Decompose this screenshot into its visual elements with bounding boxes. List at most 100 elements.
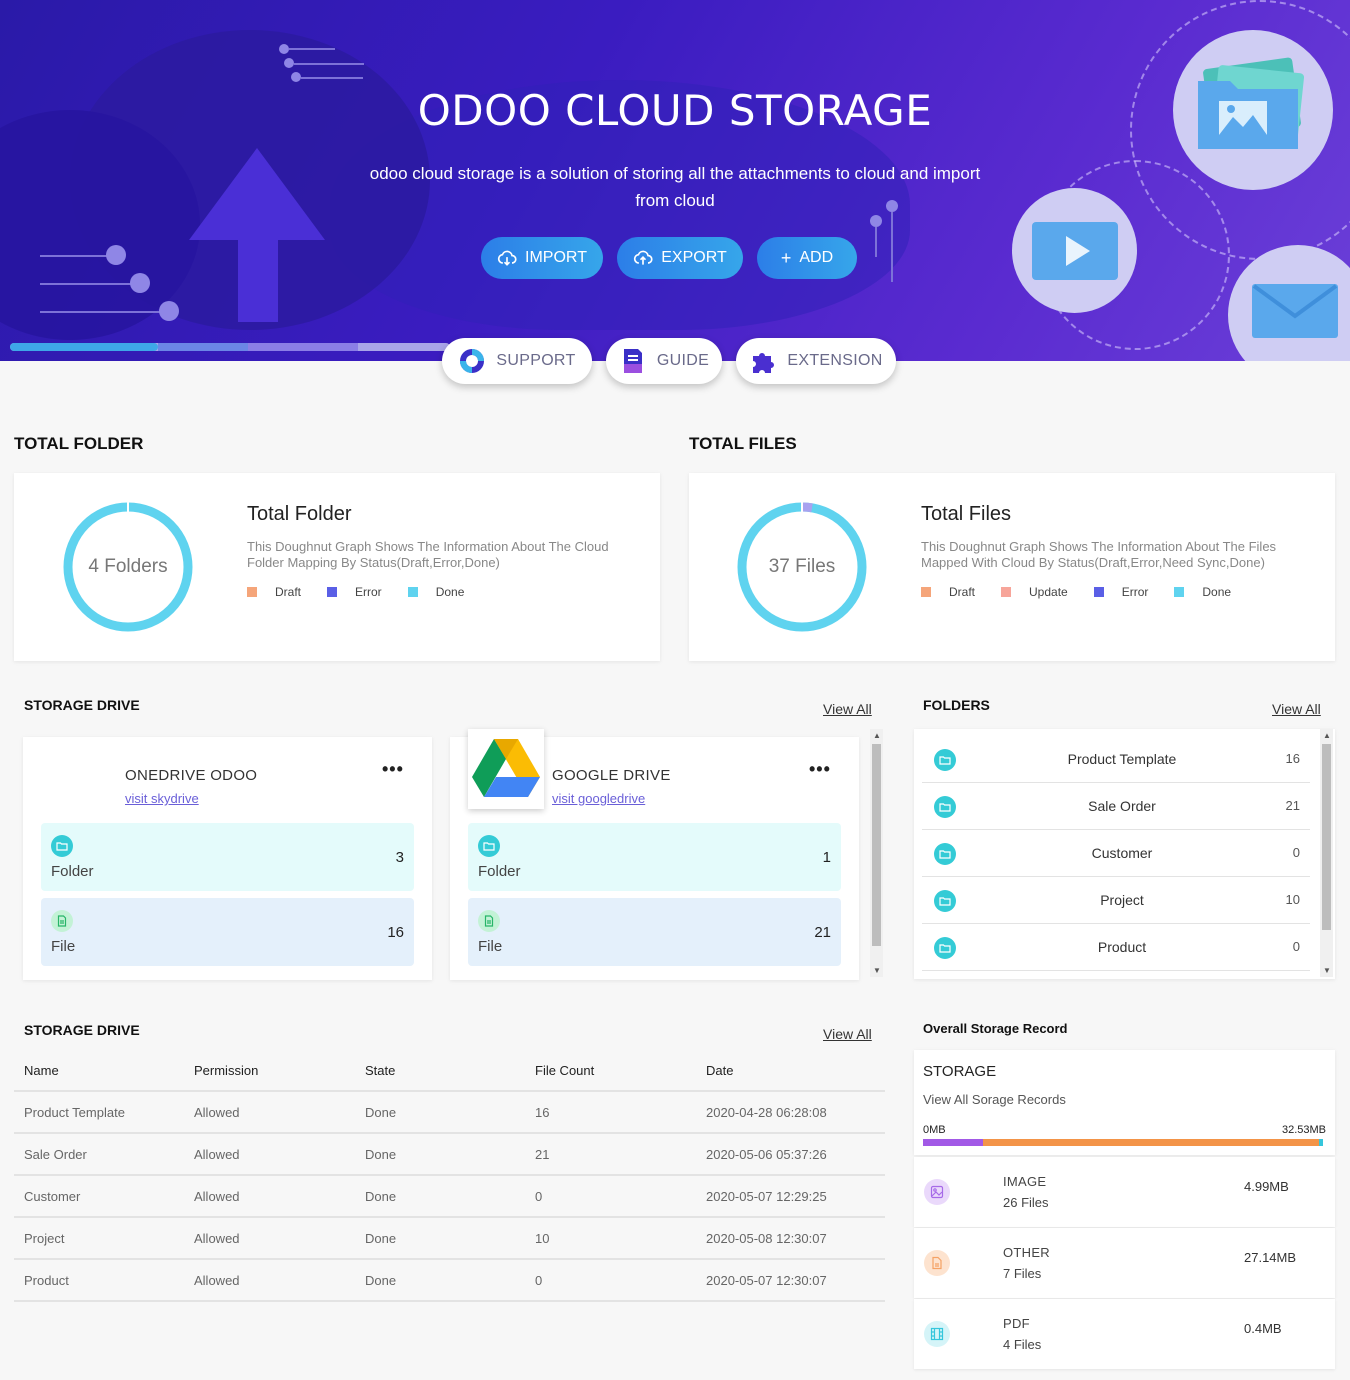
folder-icon [934, 796, 956, 818]
folder-icon [934, 843, 956, 865]
hero-banner: ODOO CLOUD STORAGE odoo cloud storage is… [0, 0, 1350, 361]
table-row[interactable]: Customer Allowed Done 0 2020-05-07 12:29:25 [14, 1176, 885, 1218]
legend-item[interactable]: Error [327, 585, 382, 599]
folders-section-title: FOLDERS [923, 697, 990, 713]
storage-max-label: 32.53MB [1281, 1124, 1326, 1136]
file-icon [51, 910, 73, 932]
folder-row[interactable]: Customer 0 [922, 830, 1310, 877]
total-folder-description: This Doughnut Graph Shows The Informatio… [247, 539, 609, 570]
total-files-heading: Total Files [921, 503, 1012, 525]
file-stat[interactable]: File 21 [468, 898, 841, 966]
drive-menu-button[interactable]: ••• [382, 759, 404, 780]
scroll-up-icon[interactable]: ▲ [1323, 731, 1331, 740]
files-count-center: 37 Files [768, 556, 836, 577]
export-button[interactable]: EXPORT [617, 237, 743, 279]
total-folder-heading: Total Folder [247, 503, 352, 525]
legend-item[interactable]: Update [1001, 585, 1068, 599]
folder-icon [51, 835, 73, 857]
storage-table-view-all-link[interactable]: View All [823, 1026, 872, 1042]
storage-min-label: 0MB [923, 1124, 946, 1136]
folder-stat[interactable]: Folder 3 [41, 823, 414, 891]
folder-icon [934, 749, 956, 771]
storage-drive-section-title: STORAGE DRIVE [24, 697, 140, 713]
folder-count-center: 4 Folders [88, 556, 168, 577]
table-row[interactable]: Product Allowed Done 0 2020-05-07 12:30:07 [14, 1260, 885, 1302]
document-icon [924, 1250, 950, 1276]
total-files-card: 37 Files Total Files This Doughnut Graph… [689, 473, 1335, 661]
legend-item[interactable]: Done [1174, 585, 1231, 599]
legend-item[interactable]: Done [407, 585, 464, 599]
storage-table-section-title: STORAGE DRIVE [24, 1022, 140, 1038]
drive-name: GOOGLE DRIVE [552, 767, 671, 784]
scroll-down-icon[interactable]: ▼ [873, 966, 881, 975]
google-drive-card: GOOGLE DRIVE visit googledrive ••• Folde… [450, 729, 859, 980]
cloud-download-icon [497, 250, 517, 266]
folder-icon [934, 890, 956, 912]
guide-button[interactable]: GUIDE [606, 338, 722, 384]
puzzle-icon [753, 353, 775, 373]
folder-icon [478, 835, 500, 857]
total-folder-section-title: TOTAL FOLDER [14, 434, 144, 453]
storage-heading: STORAGE [923, 1063, 997, 1080]
storage-usage-bar [923, 1139, 1323, 1146]
cloud-upload-icon [634, 250, 653, 265]
drive-menu-button[interactable]: ••• [809, 759, 831, 780]
add-button[interactable]: + ADD [757, 237, 857, 279]
video-play-illustration [1032, 222, 1118, 280]
column-header-file-count[interactable]: File Count [535, 1063, 594, 1078]
folder-row[interactable]: Product 0 [922, 924, 1310, 971]
import-button[interactable]: IMPORT [481, 237, 603, 279]
total-folder-legend: Draft Error Done [247, 585, 490, 599]
total-files-section-title: TOTAL FILES [689, 434, 797, 453]
storage-item-pdf[interactable]: PDF 4 Files 0.4MB [914, 1299, 1335, 1369]
onedrive-card: ONEDRIVE ODOO visit skydrive ••• Folder … [23, 737, 432, 980]
drive-name: ONEDRIVE ODOO [125, 767, 258, 784]
storage-bar-image [923, 1139, 983, 1146]
plus-icon: + [780, 248, 792, 268]
file-icon [478, 910, 500, 932]
google-drive-logo [468, 729, 544, 809]
folder-icon [934, 937, 956, 959]
folder-row[interactable]: Project 10 [922, 877, 1310, 924]
table-row[interactable]: Product Template Allowed Done 16 2020-04-28 … [14, 1092, 885, 1134]
folders-view-all-link[interactable]: View All [1272, 701, 1321, 717]
storage-bar-other [983, 1139, 1319, 1146]
folders-scroll-thumb[interactable] [1322, 744, 1331, 930]
storage-drive-view-all-link[interactable]: View All [823, 701, 872, 717]
extension-button[interactable]: EXTENSION [736, 338, 896, 384]
google-drive-icon [472, 739, 540, 797]
folder-row[interactable]: Sale Order 21 [922, 783, 1310, 830]
legend-item[interactable]: Draft [921, 585, 975, 599]
file-stat[interactable]: File 16 [41, 898, 414, 966]
drives-scroll-thumb[interactable] [872, 744, 881, 946]
column-header-date[interactable]: Date [706, 1063, 733, 1078]
storage-summary-card: STORAGE View All Sorage Records 0MB 32.5… [914, 1050, 1335, 1155]
storage-view-all-link[interactable]: View All Sorage Records [923, 1092, 1066, 1107]
film-icon [924, 1321, 950, 1347]
scroll-down-icon[interactable]: ▼ [1323, 966, 1331, 975]
guide-document-icon [623, 349, 642, 373]
page-subtitle: odoo cloud storage is a solution of stor… [369, 164, 981, 210]
storage-bar-pdf [1319, 1139, 1323, 1146]
envelope-illustration [1252, 284, 1338, 338]
upload-arrow-decoration [189, 148, 325, 240]
support-button[interactable]: SUPPORT [442, 338, 592, 384]
table-row[interactable]: Project Allowed Done 10 2020-05-08 12:30:07 [14, 1218, 885, 1260]
column-header-permission[interactable]: Permission [194, 1063, 258, 1078]
page-title: ODOO CLOUD STORAGE [417, 86, 933, 135]
column-header-name[interactable]: Name [24, 1063, 59, 1078]
storage-item-image[interactable]: IMAGE 26 Files 4.99MB [914, 1157, 1335, 1227]
folder-stat[interactable]: Folder 1 [468, 823, 841, 891]
image-icon [924, 1179, 950, 1205]
legend-item[interactable]: Draft [247, 585, 301, 599]
total-files-legend: Draft Update Error Done [921, 585, 1257, 599]
lifebuoy-icon [460, 349, 485, 373]
visit-skydrive-link[interactable]: visit skydrive [125, 791, 199, 806]
column-header-state[interactable]: State [365, 1063, 395, 1078]
visit-googledrive-link[interactable]: visit googledrive [552, 791, 645, 806]
storage-item-other[interactable]: OTHER 7 Files 27.14MB [914, 1228, 1335, 1298]
scroll-up-icon[interactable]: ▲ [873, 731, 881, 740]
folder-row[interactable]: Product Template 16 [922, 736, 1310, 783]
table-row[interactable]: Sale Order Allowed Done 21 2020-05-06 05:37:… [14, 1134, 885, 1176]
legend-item[interactable]: Error [1093, 585, 1148, 599]
